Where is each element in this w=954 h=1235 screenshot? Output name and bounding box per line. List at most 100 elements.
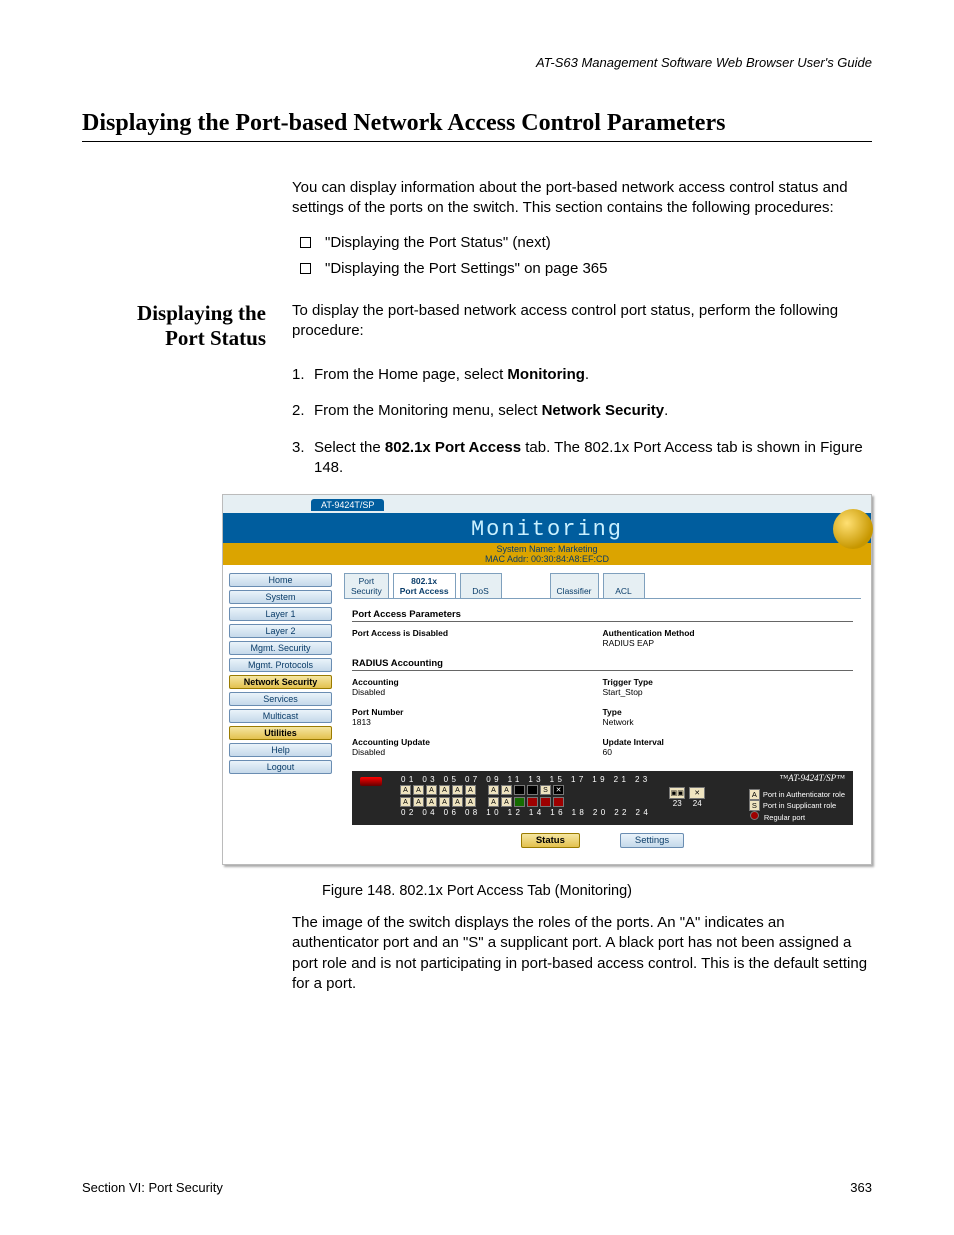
bullet-list: "Displaying the Port Status" (next) "Dis…: [292, 233, 872, 280]
bullet-icon: [300, 263, 311, 274]
window-tabstrip: AT-9424T/SP: [223, 495, 871, 513]
tab-line: Port Access: [400, 586, 449, 596]
port-icon[interactable]: A: [452, 785, 463, 795]
sfp-icon[interactable]: ▣▣: [669, 787, 685, 799]
nav-help[interactable]: Help: [229, 743, 332, 757]
port-icon[interactable]: [527, 797, 538, 807]
ra-cell: AccountingDisabled: [352, 677, 603, 697]
tab-line: Security: [351, 586, 382, 596]
ra-grid: AccountingDisabled Trigger TypeStart_Sto…: [352, 677, 853, 767]
tab-line: Classifier: [557, 586, 592, 596]
sysinfo-mac: MAC Addr: 00:30:84:A8:EF:CD: [485, 554, 609, 564]
port-icon[interactable]: A: [400, 785, 411, 795]
step-bold: Network Security: [542, 402, 665, 419]
ra-label: Update Interval: [603, 737, 664, 747]
section-block: Displaying the Port Status To display th…: [82, 301, 872, 351]
tab-acl[interactable]: ACL: [603, 573, 645, 598]
nav-mgmt-security[interactable]: Mgmt. Security: [229, 641, 332, 655]
pap-auth-label: Authentication Method: [603, 628, 695, 638]
nav-mgmt-protocols[interactable]: Mgmt. Protocols: [229, 658, 332, 672]
ra-cell: Update Interval60: [603, 737, 854, 757]
port-area: 01 03 05 07 09 11 13 15 17 19 21 23 A A …: [400, 775, 651, 817]
pap-right: Authentication Method RADIUS EAP: [603, 628, 854, 648]
port-icon[interactable]: [527, 785, 538, 795]
legend-a: Port in Authenticator role: [763, 790, 845, 799]
port-icon[interactable]: A: [400, 797, 411, 807]
subtab-row: Port Security 802.1x Port Access DoS Cla…: [344, 573, 861, 598]
port-icon[interactable]: A: [501, 785, 512, 795]
step-text: From the Monitoring menu, select: [314, 402, 542, 419]
port-row: A A: [488, 797, 564, 807]
intro-block: You can display information about the po…: [292, 178, 872, 279]
nav-multicast[interactable]: Multicast: [229, 709, 332, 723]
port-icon[interactable]: A: [488, 785, 499, 795]
bullet-icon: [300, 237, 311, 248]
footer-section: Section VI: Port Security: [82, 1180, 223, 1195]
port-icon[interactable]: [514, 797, 525, 807]
window-tab[interactable]: AT-9424T/SP: [311, 499, 384, 511]
port-icon[interactable]: A: [426, 785, 437, 795]
switch-graphic: ™AT-9424T/SP™ APort in Authenticator rol…: [352, 771, 853, 825]
page-title: Displaying the Port-based Network Access…: [82, 110, 872, 137]
port-icon[interactable]: A: [452, 797, 463, 807]
figure-screenshot: AT-9424T/SP Monitoring System Name: Mark…: [222, 494, 872, 865]
nav-utilities[interactable]: Utilities: [229, 726, 332, 740]
port-icon[interactable]: A: [439, 797, 450, 807]
legend-s: Port in Supplicant role: [763, 801, 836, 810]
bullet-text: "Displaying the Port Status" (next): [325, 233, 551, 253]
port-icon[interactable]: A: [465, 785, 476, 795]
page-footer: Section VI: Port Security 363: [82, 1180, 872, 1195]
port-icon[interactable]: ✕: [553, 785, 564, 795]
ra-value: Network: [603, 717, 634, 727]
port-icon[interactable]: A: [413, 785, 424, 795]
port-icon[interactable]: [540, 797, 551, 807]
port-icon[interactable]: A: [439, 785, 450, 795]
side-heading-line: Port Status: [165, 326, 266, 350]
page: AT-S63 Management Software Web Browser U…: [0, 0, 954, 1235]
port-row: A A S ✕: [488, 785, 564, 795]
pap-auth-value: RADIUS EAP: [603, 638, 655, 648]
port-icon[interactable]: S: [540, 785, 551, 795]
port-icon[interactable]: A: [465, 797, 476, 807]
settings-button[interactable]: Settings: [620, 833, 684, 848]
nav-system[interactable]: System: [229, 590, 332, 604]
nav-layer2[interactable]: Layer 2: [229, 624, 332, 638]
status-button[interactable]: Status: [521, 833, 580, 848]
step-text: From the Home page, select: [314, 366, 507, 383]
header-guide: AT-S63 Management Software Web Browser U…: [82, 55, 872, 70]
tab-line: Port: [359, 576, 375, 586]
port-icon[interactable]: A: [426, 797, 437, 807]
nav-home[interactable]: Home: [229, 573, 332, 587]
ra-cell: TypeNetwork: [603, 707, 854, 727]
tab-dos[interactable]: DoS: [460, 573, 502, 598]
sfp-label: 24: [689, 799, 705, 808]
nav-layer1[interactable]: Layer 1: [229, 607, 332, 621]
ra-cell: Port Number1813: [352, 707, 603, 727]
nav-logout[interactable]: Logout: [229, 760, 332, 774]
nav-services[interactable]: Services: [229, 692, 332, 706]
step-text: Select the: [314, 439, 385, 456]
sfp-label: 23: [669, 799, 685, 808]
step-item: Select the 802.1x Port Access tab. The 8…: [292, 438, 872, 479]
port-icon[interactable]: [514, 785, 525, 795]
side-heading-line: Displaying the: [137, 301, 266, 325]
nav-network-security[interactable]: Network Security: [229, 675, 332, 689]
port-icon[interactable]: A: [501, 797, 512, 807]
tab-classifier[interactable]: Classifier: [550, 573, 599, 598]
footer-page: 363: [850, 1180, 872, 1195]
globe-icon: [833, 509, 873, 549]
port-icon[interactable]: A: [413, 797, 424, 807]
ra-value: 60: [603, 747, 612, 757]
port-icon[interactable]: A: [488, 797, 499, 807]
port-nums-top: 01 03 05 07 09 11 13 15 17 19 21 23: [400, 775, 651, 784]
ra-label: Trigger Type: [603, 677, 653, 687]
bullet-text: "Displaying the Port Settings" on page 3…: [325, 259, 608, 279]
after-figure-text: The image of the switch displays the rol…: [292, 913, 872, 994]
ra-label: Type: [603, 707, 622, 717]
port-icon[interactable]: [553, 797, 564, 807]
sfp-icon[interactable]: ✕: [689, 787, 705, 799]
ra-label: Port Number: [352, 707, 403, 717]
step-text: .: [664, 402, 668, 419]
tab-8021x-port-access[interactable]: 802.1x Port Access: [393, 573, 456, 598]
tab-port-security[interactable]: Port Security: [344, 573, 389, 598]
